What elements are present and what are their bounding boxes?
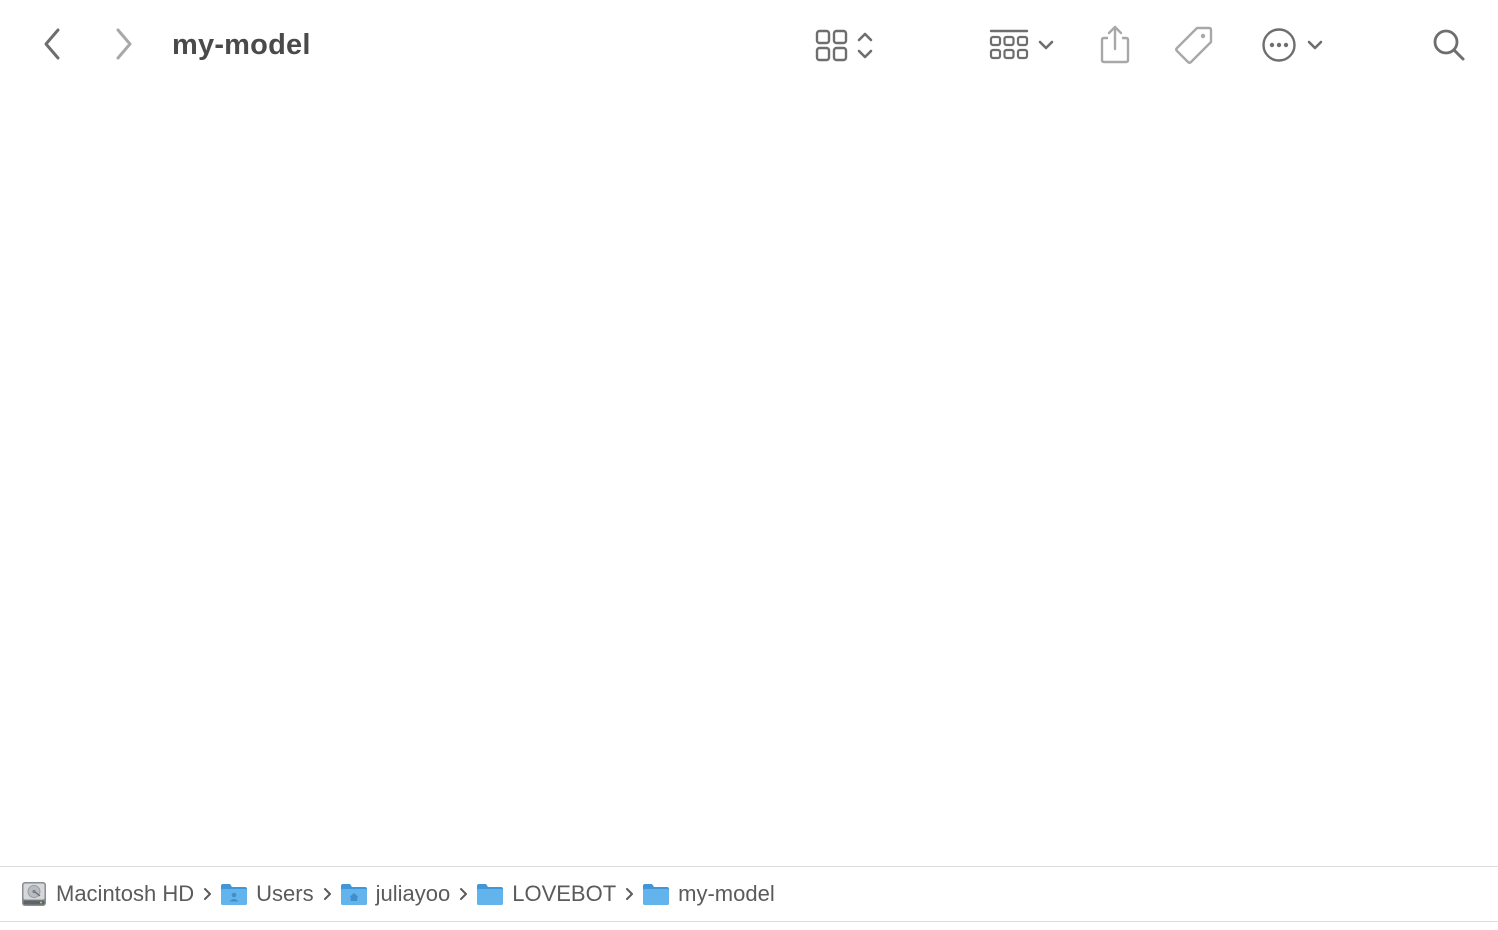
search-button[interactable] bbox=[1426, 22, 1472, 68]
toolbar: my-model bbox=[0, 0, 1498, 92]
users-folder-icon bbox=[220, 880, 248, 908]
home-folder-icon bbox=[340, 880, 368, 908]
chevron-right-icon bbox=[450, 886, 476, 902]
more-actions-button[interactable] bbox=[1254, 22, 1334, 68]
window-title: my-model bbox=[172, 29, 311, 61]
share-button[interactable] bbox=[1092, 20, 1138, 70]
folder-content-area[interactable] bbox=[0, 92, 1498, 866]
chevron-down-icon bbox=[1307, 40, 1323, 50]
chevron-right-icon bbox=[116, 28, 132, 60]
view-mode-button[interactable] bbox=[800, 22, 886, 68]
group-by-button[interactable] bbox=[978, 22, 1064, 68]
chevron-down-icon bbox=[1038, 40, 1054, 50]
icon-grid-view-icon bbox=[815, 29, 848, 62]
share-icon bbox=[1100, 25, 1130, 64]
chevron-left-icon bbox=[44, 28, 60, 60]
path-bar: Macintosh HD Users juliayoo LOVEBOT my-m… bbox=[0, 866, 1498, 922]
magnifying-glass-icon bbox=[1433, 29, 1465, 61]
forward-button[interactable] bbox=[102, 22, 146, 66]
path-item-label: juliayoo bbox=[375, 881, 451, 906]
chevron-right-icon bbox=[194, 886, 220, 902]
chevron-right-icon bbox=[314, 886, 340, 902]
path-item-my-model[interactable]: my-model bbox=[642, 874, 775, 914]
finder-window: my-model Macintosh HD Users juliayoo LOV… bbox=[0, 0, 1498, 930]
path-item-label: my-model bbox=[678, 881, 775, 906]
tag-icon bbox=[1175, 26, 1213, 64]
back-button[interactable] bbox=[30, 22, 74, 66]
path-item-label: Macintosh HD bbox=[56, 881, 195, 906]
path-item-lovebot[interactable]: LOVEBOT bbox=[476, 874, 616, 914]
path-item-juliayoo[interactable]: juliayoo bbox=[340, 874, 451, 914]
hard-drive-icon bbox=[20, 880, 48, 908]
folder-icon bbox=[642, 880, 670, 908]
up-down-chevron-icon bbox=[857, 32, 873, 59]
chevron-right-icon bbox=[616, 886, 642, 902]
path-item-label: LOVEBOT bbox=[512, 881, 617, 906]
path-item-users[interactable]: Users bbox=[220, 874, 314, 914]
group-by-icon bbox=[989, 29, 1029, 60]
ellipsis-circle-icon bbox=[1262, 28, 1296, 62]
path-item-macintosh-hd[interactable]: Macintosh HD bbox=[20, 874, 194, 914]
path-item-label: Users bbox=[256, 881, 314, 906]
folder-icon bbox=[476, 880, 504, 908]
tag-button[interactable] bbox=[1170, 20, 1218, 70]
